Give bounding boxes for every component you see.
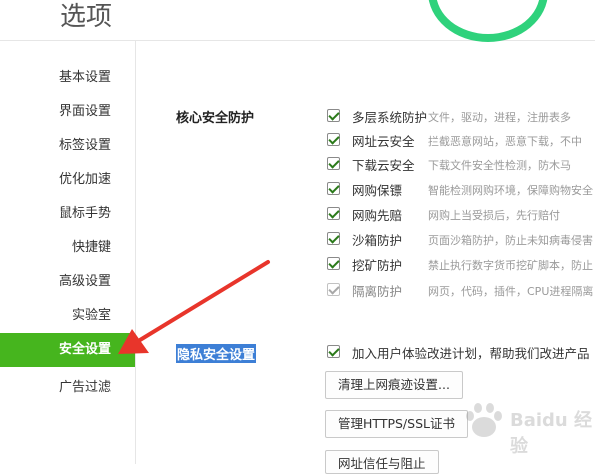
baidu-watermark: Baidu 经验 bbox=[462, 400, 592, 457]
watermark-text: Baidu 经验 bbox=[510, 410, 593, 457]
paw-logo-icon bbox=[466, 403, 502, 437]
annotation-arrow bbox=[118, 260, 270, 354]
